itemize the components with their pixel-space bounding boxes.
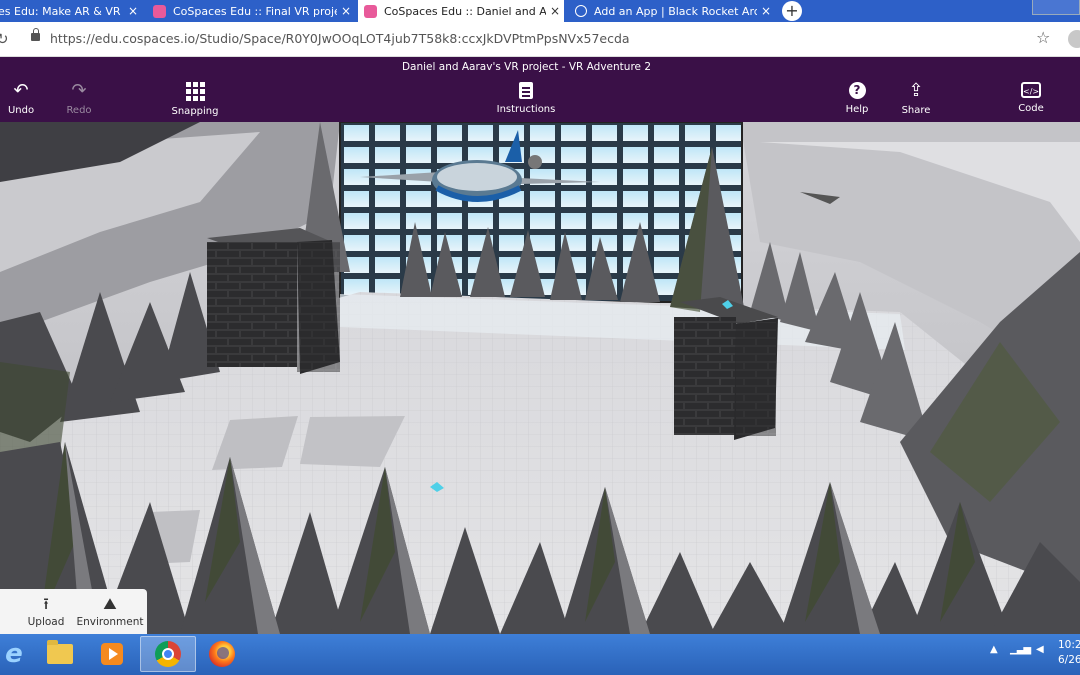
reload-icon[interactable]: ↻ xyxy=(0,30,9,48)
clock-time: 10:2 xyxy=(1058,639,1080,651)
landscape-icon: ⛰ xyxy=(103,594,117,613)
taskbar-chrome[interactable] xyxy=(140,636,196,672)
tab-title: es Edu: Make AR & VR in xyxy=(0,4,124,18)
snapping-button[interactable]: Snapping xyxy=(170,81,220,117)
tab-title: CoSpaces Edu :: Final VR project xyxy=(173,4,337,18)
code-button[interactable]: </> Code xyxy=(1013,81,1049,114)
scene-render[interactable] xyxy=(0,122,1080,634)
help-button[interactable]: ? Help xyxy=(840,81,874,115)
undo-label: Undo xyxy=(7,105,35,116)
url-field[interactable]: https://edu.cospaces.io/Studio/Space/R0Y… xyxy=(50,31,630,46)
undo-icon: ↶ xyxy=(13,80,29,101)
media-player-icon xyxy=(101,643,123,665)
3d-scene-viewport[interactable] xyxy=(0,122,1080,634)
tab-close-icon[interactable]: × xyxy=(124,4,142,18)
taskbar-firefox[interactable] xyxy=(194,636,250,672)
share-icon: ⇪ xyxy=(908,80,924,101)
code-label: Code xyxy=(1018,103,1044,114)
bookmark-star-icon[interactable]: ☆ xyxy=(1036,28,1050,47)
help-label: Help xyxy=(845,104,869,115)
upload-button[interactable]: ⭱ Upload xyxy=(24,594,68,629)
tab-black-rocket-arcade[interactable]: Add an App | Black Rocket Arcad × xyxy=(569,0,775,22)
folder-icon xyxy=(47,640,73,664)
network-signal-icon[interactable]: ▁▃▅ xyxy=(1010,644,1031,655)
internet-explorer-icon: e xyxy=(5,639,23,669)
tab-cospaces-daniel-and-aarav[interactable]: CoSpaces Edu :: Daniel and Aarav × xyxy=(358,0,564,22)
clock-date: 6/26 xyxy=(1058,654,1080,666)
plus-icon: + xyxy=(782,1,802,21)
upload-icon: ⭱ xyxy=(43,594,49,613)
tab-close-icon[interactable]: × xyxy=(337,4,355,18)
window-controls[interactable] xyxy=(1032,0,1080,15)
new-tab-button[interactable]: + xyxy=(779,0,805,22)
address-bar: ↻ https://edu.cospaces.io/Studio/Space/R… xyxy=(0,22,1080,57)
taskbar-file-explorer[interactable] xyxy=(32,636,88,672)
app-header: Daniel and Aarav's VR project - VR Adven… xyxy=(0,57,1080,122)
lock-icon xyxy=(31,28,40,41)
tab-cospaces-final-vr-project[interactable]: CoSpaces Edu :: Final VR project × xyxy=(147,0,355,22)
environment-label: Environment xyxy=(76,616,144,628)
tab-title: Add an App | Black Rocket Arcad xyxy=(594,4,757,18)
help-icon: ? xyxy=(848,82,866,99)
redo-label: Redo xyxy=(66,105,92,116)
grid-icon xyxy=(185,82,205,101)
share-button[interactable]: ⇪ Share xyxy=(898,80,934,117)
windows-taskbar: e ▲ ▁▃▅ ◀ 10:2 6/26 xyxy=(0,634,1080,675)
code-icon: </> xyxy=(1021,82,1041,98)
tab-title: CoSpaces Edu :: Daniel and Aarav xyxy=(384,4,546,18)
system-clock[interactable]: 10:2 6/26 xyxy=(1058,638,1080,668)
taskbar-media-player[interactable] xyxy=(84,636,140,672)
tab-close-icon[interactable]: × xyxy=(546,4,564,18)
show-hidden-icons-icon[interactable]: ▲ xyxy=(990,644,998,655)
cospaces-favicon-icon xyxy=(153,4,166,18)
cospaces-favicon-icon xyxy=(364,4,377,18)
clipboard-icon xyxy=(519,82,533,99)
bottom-panel: ⭱ Upload ⛰ Environment xyxy=(0,589,147,634)
redo-button[interactable]: ↷ Redo xyxy=(62,80,96,117)
project-title[interactable]: Daniel and Aarav's VR project - VR Adven… xyxy=(0,61,1053,73)
chrome-icon xyxy=(155,641,181,667)
upload-label: Upload xyxy=(27,616,65,628)
instructions-button[interactable]: Instructions xyxy=(496,81,556,115)
firefox-icon xyxy=(209,641,235,667)
tab-close-icon[interactable]: × xyxy=(757,4,775,18)
instructions-label: Instructions xyxy=(496,104,556,115)
tab-cospaces-make-ar-vr[interactable]: es Edu: Make AR & VR in × xyxy=(0,0,142,22)
redo-icon: ↷ xyxy=(71,80,87,101)
globe-icon xyxy=(575,5,587,17)
snapping-label: Snapping xyxy=(171,106,219,117)
share-label: Share xyxy=(901,105,931,116)
profile-avatar[interactable] xyxy=(1068,30,1080,48)
volume-icon[interactable]: ◀ xyxy=(1036,644,1044,655)
undo-button[interactable]: ↶ Undo xyxy=(4,80,38,117)
environment-button[interactable]: ⛰ Environment xyxy=(76,594,144,629)
browser-tab-strip: es Edu: Make AR & VR in × CoSpaces Edu :… xyxy=(0,0,1080,22)
